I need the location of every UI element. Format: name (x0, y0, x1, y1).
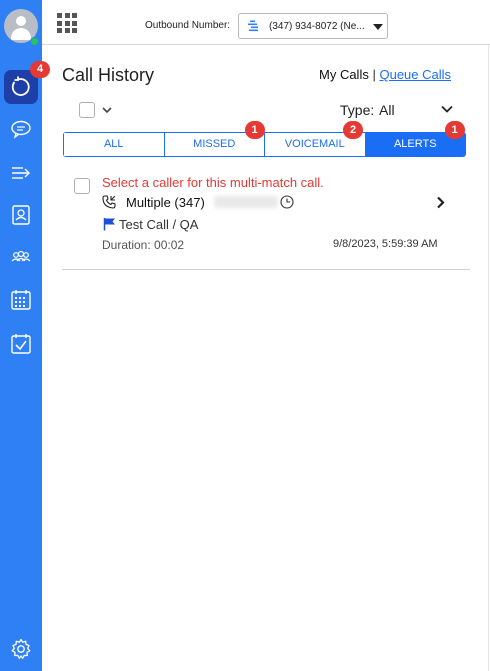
calendar-icon[interactable] (9, 288, 33, 312)
chevron-down-icon (373, 24, 383, 30)
phone-line-icon (248, 20, 258, 32)
call-row-checkbox[interactable] (74, 178, 90, 194)
avatar-body (11, 28, 31, 40)
tab-missed[interactable]: MISSED 1 (164, 121, 265, 156)
caller-label: Multiple (126, 195, 171, 210)
online-status-dot (30, 37, 39, 46)
caller-number: (347) (174, 195, 205, 210)
chat-icon[interactable] (9, 117, 33, 141)
call-filter-tabs: ALL MISSED 1 VOICEMAIL 2 ALERTS 1 (63, 121, 466, 157)
missed-count-badge: 1 (244, 121, 265, 139)
flag-icon (103, 218, 115, 231)
clock-icon (280, 195, 294, 209)
team-icon[interactable] (9, 245, 33, 269)
top-bar: Outbound Number: (347) 934-8072 (Ne... (42, 0, 490, 45)
page-title: Call History (62, 65, 155, 85)
type-filter-select[interactable]: All (379, 102, 395, 118)
call-timestamp: 9/8/2023, 5:59:39 AM (333, 238, 438, 250)
avatar-head (16, 16, 26, 26)
scope-separator: | (372, 67, 376, 82)
gear-icon[interactable] (9, 637, 33, 661)
call-duration: Duration: 00:02 (102, 238, 185, 252)
tab-label: ALL (103, 138, 124, 150)
outbound-number-value: (347) 934-8072 (Ne... (269, 21, 365, 32)
chevron-right-icon[interactable] (436, 196, 445, 209)
sidebar: 4 (0, 0, 50, 671)
calls-scope-switch: My Calls | Queue Calls (319, 67, 451, 82)
chevron-down-icon[interactable] (102, 106, 112, 114)
apps-grid-icon[interactable] (57, 13, 77, 33)
contacts-icon[interactable] (9, 203, 33, 227)
recent-calls-icon (11, 76, 30, 96)
chevron-down-icon[interactable] (441, 105, 453, 113)
row-divider (62, 269, 470, 270)
alerts-count-badge: 1 (444, 121, 465, 139)
caller-name[interactable]: Multiple (347) (126, 195, 205, 210)
tab-all[interactable]: ALL (64, 133, 165, 156)
incoming-call-icon (102, 195, 116, 209)
redacted-number (214, 196, 278, 208)
tab-label: MISSED (193, 138, 236, 150)
tasks-icon[interactable] (9, 332, 33, 356)
panel-border (488, 45, 489, 671)
tab-voicemail[interactable]: VOICEMAIL 2 (265, 121, 366, 156)
my-calls-link[interactable]: My Calls (319, 67, 369, 82)
outbound-number-label: Outbound Number: (145, 20, 231, 31)
outbound-number-select[interactable]: (347) 934-8072 (Ne... (238, 13, 388, 39)
tab-label: VOICEMAIL (284, 138, 345, 150)
tab-label: ALERTS (393, 138, 437, 150)
call-tag: Test Call / QA (119, 217, 199, 232)
voicemail-count-badge: 2 (343, 121, 363, 139)
select-all-checkbox[interactable] (79, 102, 95, 118)
tab-alerts[interactable]: ALERTS 1 (365, 121, 465, 156)
type-filter-label: Type: (340, 102, 375, 118)
transfer-icon[interactable] (9, 161, 33, 185)
recent-calls-badge: 4 (30, 61, 50, 78)
multi-match-alert[interactable]: Select a caller for this multi-match cal… (102, 175, 324, 190)
queue-calls-link[interactable]: Queue Calls (379, 67, 451, 82)
